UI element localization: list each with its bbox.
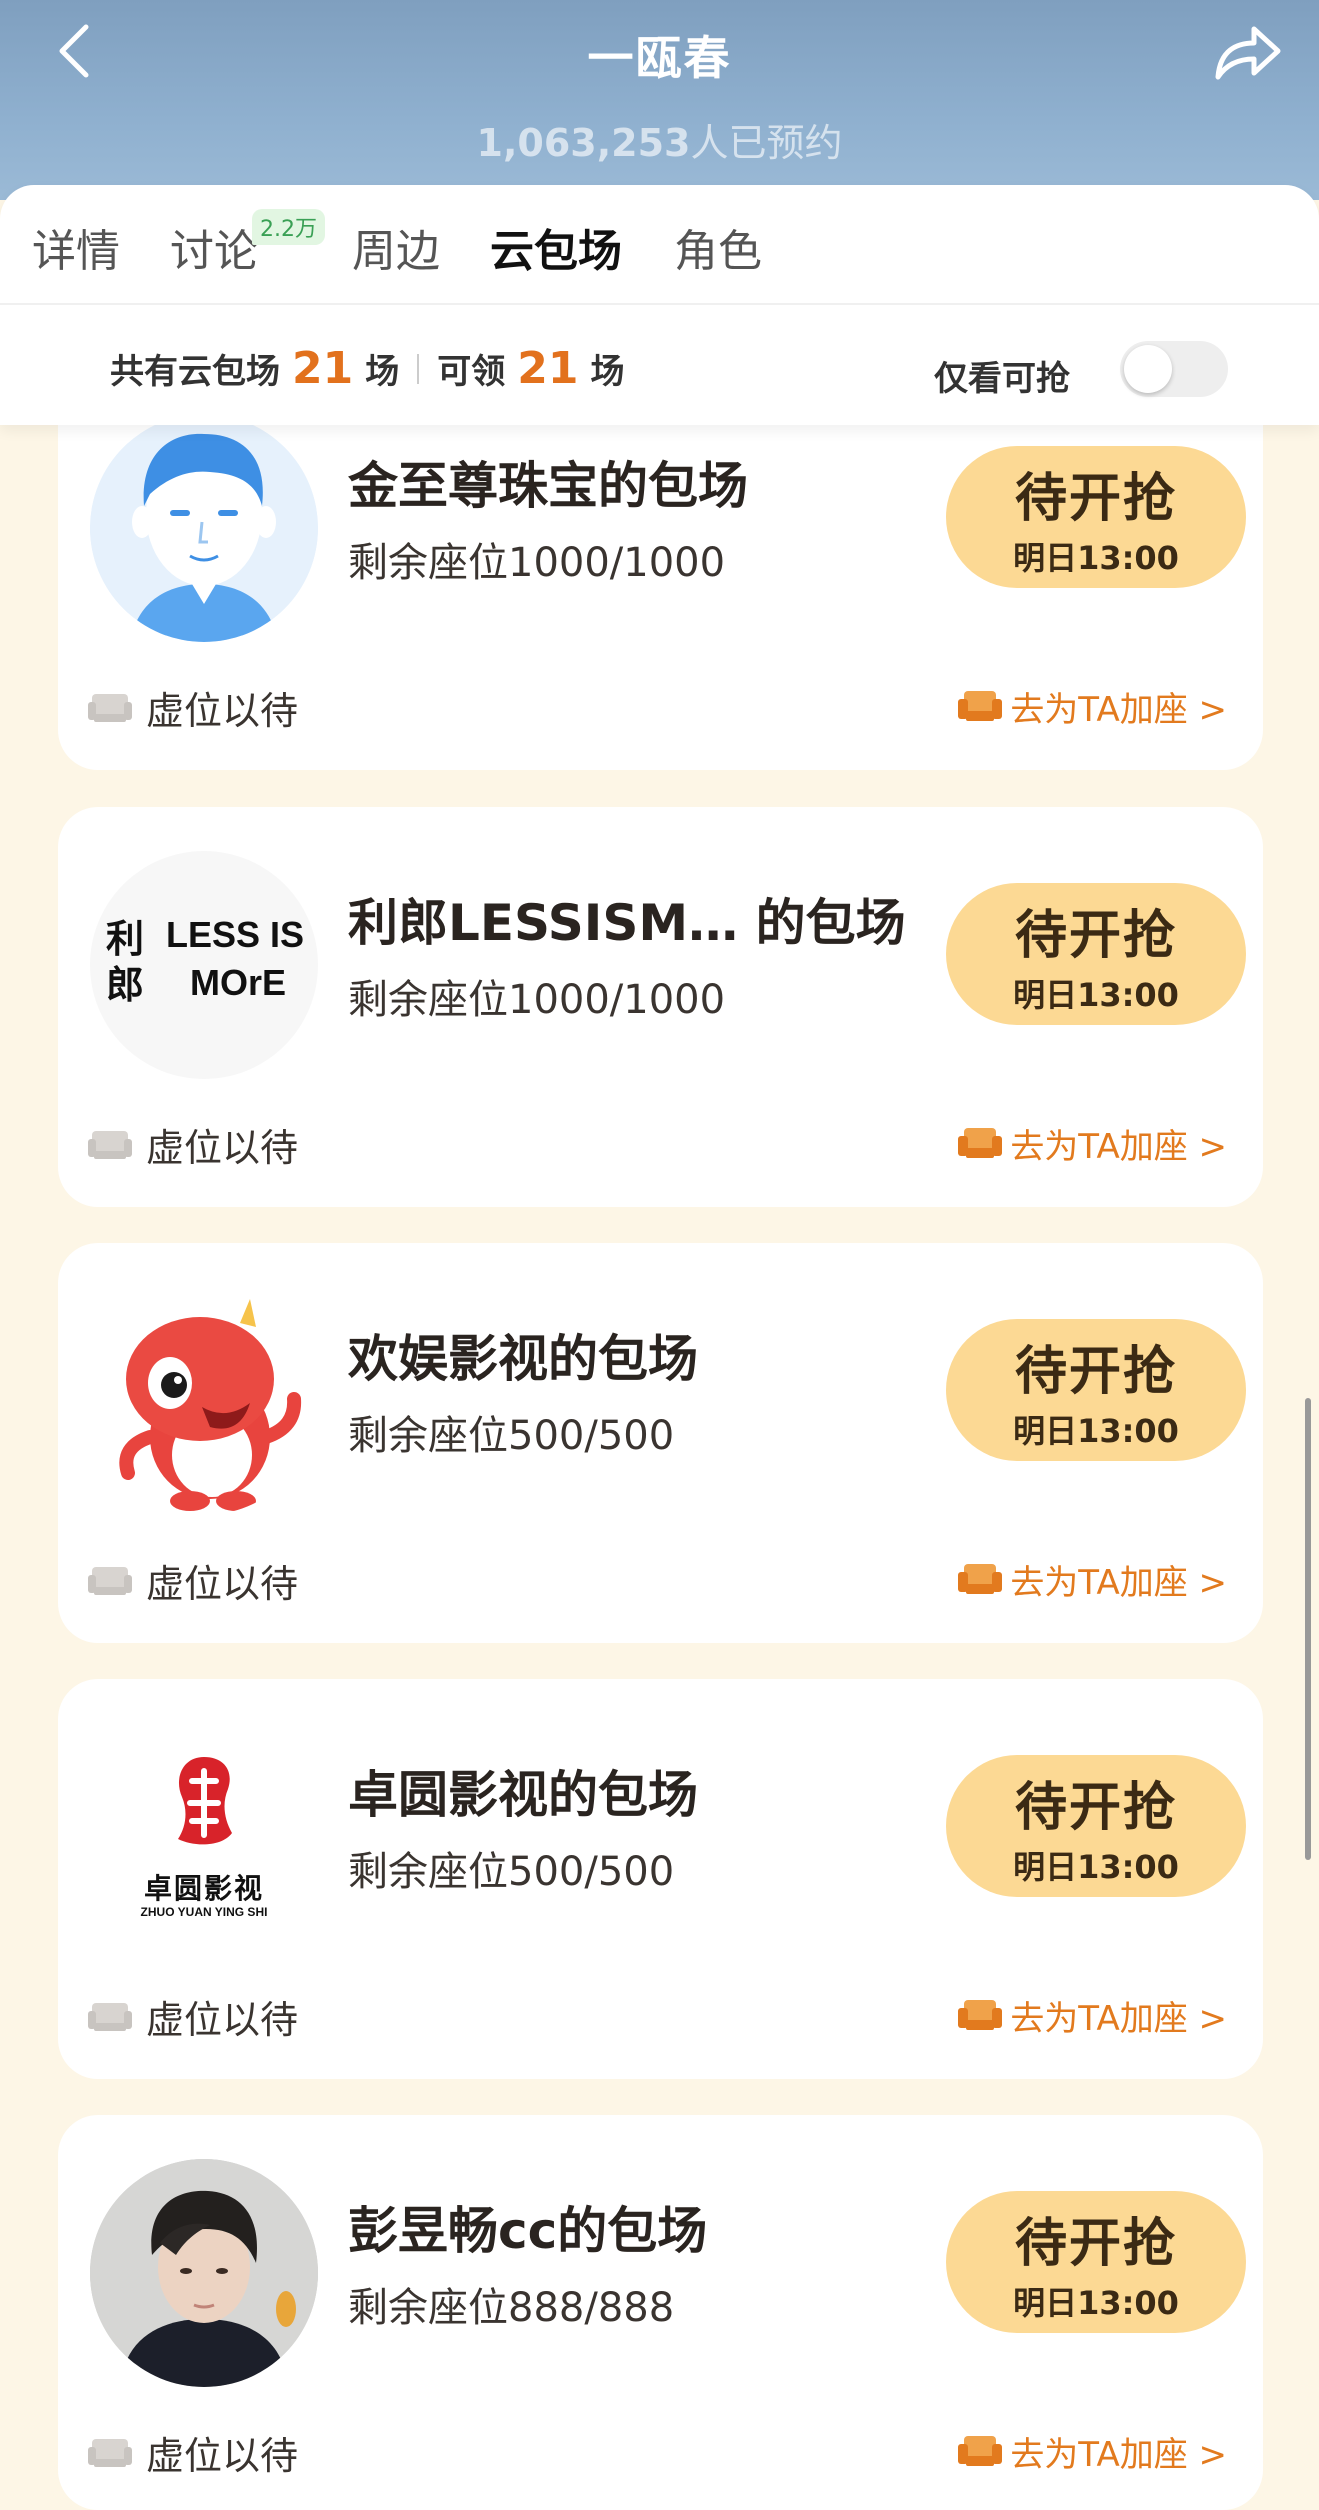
add-seat-link-label: 去为TA加座 >: [1010, 1563, 1227, 1603]
seat-orange-icon: [958, 1122, 1003, 1166]
summary-bar: 共有云包场 21 场 可领 21 场 仅看可抢: [0, 305, 1319, 425]
share-button[interactable]: [1205, 14, 1291, 94]
seats-remaining: 剩余座位888/888: [348, 2285, 675, 2331]
vacant-seat: 虚位以待: [88, 1117, 298, 1172]
package-name: 彭昱畅cc的包场: [348, 2202, 708, 2260]
seat-gray-icon: [88, 1559, 132, 1603]
logo-text-cn: 利郎: [106, 917, 145, 1007]
seat-orange-icon: [958, 1994, 1003, 2038]
grab-time: 明日13:00: [1013, 2283, 1179, 2322]
seat-gray-icon: [88, 2431, 132, 2475]
package-card[interactable]: 彭昱畅cc的包场 剩余座位888/888 待开抢 明日13:00 虚位以待 去为…: [58, 2115, 1263, 2510]
reservation-count: 1,063,253人已预约: [0, 112, 1319, 167]
sticky-panel: 详情 讨论 2.2万 周边 云包场 角色 共有云包场 21 场 可领 21 场 …: [0, 185, 1319, 425]
add-seat-link-label: 去为TA加座 >: [1010, 690, 1227, 730]
grab-time: 明日13:00: [1013, 975, 1179, 1014]
package-name: 卓圆影视的包场: [348, 1766, 698, 1824]
add-seat-link-label: 去为TA加座 >: [1010, 1999, 1227, 2039]
share-icon: [1212, 21, 1284, 87]
package-name: 欢娱影视的包场: [348, 1330, 698, 1388]
reservation-number: 1,063,253: [476, 121, 691, 165]
package-name: 金至尊珠宝的包场: [348, 457, 748, 515]
seats-remaining: 剩余座位500/500: [348, 1849, 675, 1895]
grab-button-label: 待开抢: [1014, 905, 1177, 966]
tab-cloud-package[interactable]: 云包场: [490, 215, 622, 279]
tab-merch[interactable]: 周边: [352, 215, 440, 279]
add-seat-link[interactable]: 去为TA加座 >: [958, 1119, 1227, 1168]
grab-time: 明日13:00: [1013, 1411, 1179, 1450]
add-seat-link-label: 去为TA加座 >: [1010, 2435, 1227, 2475]
total-label: 共有云包场: [110, 352, 280, 392]
package-card[interactable]: 卓圆影视 ZHUO YUAN YING SHI 卓圆影视的包场 剩余座位500/…: [58, 1679, 1263, 2079]
add-seat-link[interactable]: 去为TA加座 >: [958, 682, 1227, 731]
grab-button-label: 待开抢: [1014, 1777, 1177, 1838]
add-seat-link[interactable]: 去为TA加座 >: [958, 1555, 1227, 1604]
logo-text-cn: 卓圆影视: [143, 1872, 264, 1905]
discussion-count-badge: 2.2万: [252, 209, 325, 245]
only-available-label: 仅看可抢: [934, 359, 1070, 399]
seat-orange-icon: [958, 685, 1003, 729]
total-unit: 场: [365, 352, 400, 392]
grab-button[interactable]: 待开抢 明日13:00: [946, 1319, 1246, 1461]
cartoon-man-avatar: [90, 414, 318, 642]
page-header: 一瓯春 1,063,253人已预约: [0, 0, 1319, 200]
package-summary: 共有云包场 21 场 可领 21 场: [110, 343, 624, 394]
grab-button-label: 待开抢: [1014, 2213, 1177, 2274]
red-dragon-mascot: [90, 1287, 318, 1515]
lessis-more-logo: 利郎 LESS IS MOrE: [90, 851, 318, 1079]
vacant-seat-label: 虚位以待: [146, 2434, 299, 2478]
vacant-seat: 虚位以待: [88, 1989, 298, 2044]
page-title: 一瓯春: [587, 31, 732, 85]
grab-button[interactable]: 待开抢 明日13:00: [946, 446, 1246, 588]
logo-text-en-2: MOrE: [190, 962, 287, 1003]
toggle-knob: [1124, 345, 1172, 393]
logo-text-en: ZHUO YUAN YING SHI: [140, 1905, 268, 1919]
package-name: 利郎LESSISM… 的包场: [348, 894, 906, 952]
add-seat-link[interactable]: 去为TA加座 >: [958, 1991, 1227, 2040]
vacant-seat-label: 虚位以待: [146, 1126, 299, 1170]
package-card[interactable]: 欢娱影视的包场 剩余座位500/500 待开抢 明日13:00 虚位以待 去为T…: [58, 1243, 1263, 1643]
available-unit: 场: [590, 352, 625, 392]
tab-discussion[interactable]: 讨论: [170, 215, 258, 279]
tab-details[interactable]: 详情: [32, 215, 120, 279]
add-seat-link-label: 去为TA加座 >: [1010, 1127, 1227, 1167]
grab-button[interactable]: 待开抢 明日13:00: [946, 1755, 1246, 1897]
seat-gray-icon: [88, 1995, 132, 2039]
seat-gray-icon: [88, 686, 132, 730]
grab-button[interactable]: 待开抢 明日13:00: [946, 2191, 1246, 2333]
seat-orange-icon: [958, 1558, 1003, 1602]
person-photo: [90, 2159, 318, 2387]
vacant-seat-label: 虚位以待: [146, 689, 299, 733]
vacant-seat: 虚位以待: [88, 680, 298, 735]
add-seat-link[interactable]: 去为TA加座 >: [958, 2427, 1227, 2476]
grab-time: 明日13:00: [1013, 1847, 1179, 1886]
divider: [417, 353, 420, 384]
tab-bar: 详情 讨论 2.2万 周边 云包场 角色: [0, 185, 1319, 305]
seat-orange-icon: [958, 2430, 1003, 2474]
available-label: 可领: [437, 352, 506, 392]
reservation-suffix: 人已预约: [690, 121, 843, 165]
seats-remaining: 剩余座位500/500: [348, 1413, 675, 1459]
grab-button-label: 待开抢: [1014, 1341, 1177, 1402]
only-available-toggle[interactable]: [1120, 341, 1228, 397]
zhuo-yuan-logo: 卓圆影视 ZHUO YUAN YING SHI: [90, 1723, 318, 1951]
logo-text-en-1: LESS IS: [166, 914, 305, 955]
scrollbar[interactable]: [1305, 1398, 1311, 1860]
vacant-seat: 虚位以待: [88, 2425, 298, 2480]
package-card[interactable]: 利郎 LESS IS MOrE 利郎LESSISM… 的包场 剩余座位1000/…: [58, 807, 1263, 1207]
total-count: 21: [292, 343, 354, 394]
seats-remaining: 剩余座位1000/1000: [348, 540, 726, 586]
available-count: 21: [517, 343, 579, 394]
seats-remaining: 剩余座位1000/1000: [348, 977, 726, 1023]
seat-gray-icon: [88, 1123, 132, 1167]
vacant-seat-label: 虚位以待: [146, 1998, 299, 2042]
grab-time: 明日13:00: [1013, 538, 1179, 577]
vacant-seat: 虚位以待: [88, 1553, 298, 1608]
vacant-seat-label: 虚位以待: [146, 1562, 299, 1606]
package-card[interactable]: 金至尊珠宝的包场 剩余座位1000/1000 待开抢 明日13:00 虚位以待 …: [58, 370, 1263, 770]
grab-button-label: 待开抢: [1014, 468, 1177, 529]
grab-button[interactable]: 待开抢 明日13:00: [946, 883, 1246, 1025]
tab-characters[interactable]: 角色: [674, 215, 762, 279]
